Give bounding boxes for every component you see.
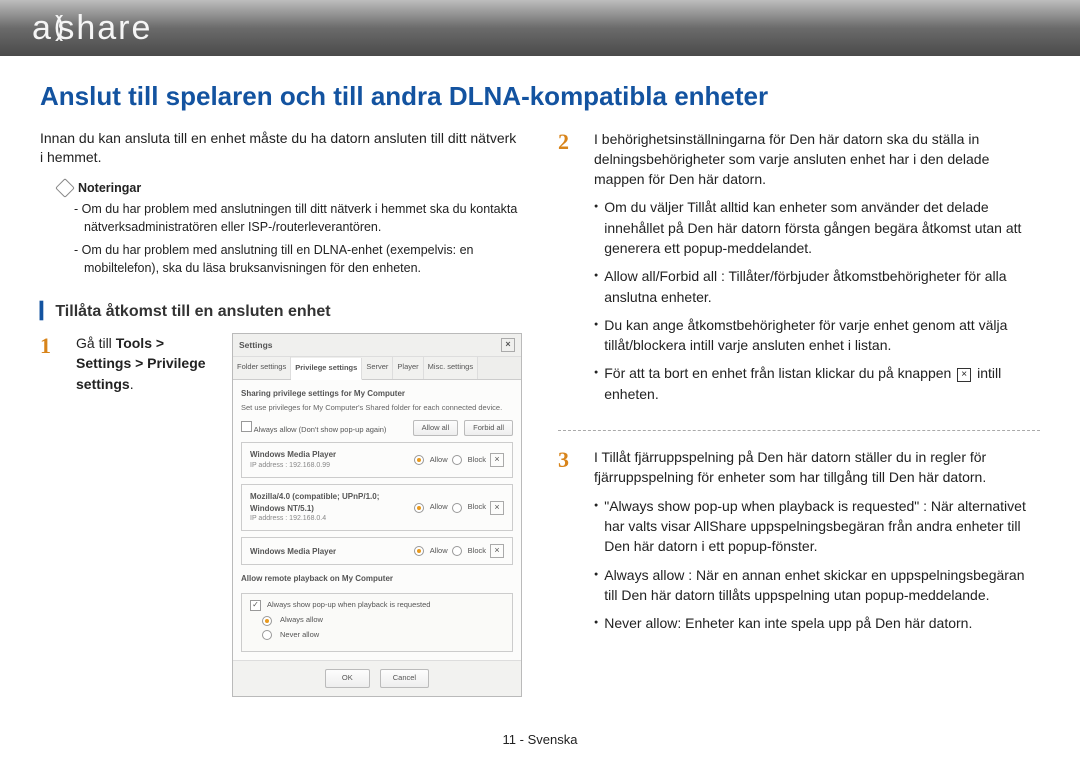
dialog-tabs: Folder settings Privilege settings Serve… [233,357,521,380]
dialog-title: Settings [239,339,273,351]
list-item: "Always show pop-up when playback is req… [604,496,1040,557]
list-item: Always allow : När en annan enhet skicka… [604,565,1040,606]
popup-checkbox[interactable]: ✓ [250,600,261,611]
logo-icon: ( ) [54,10,56,42]
divider [558,430,1040,431]
device-name: Windows Media Player [250,449,408,461]
notes-label: Noteringar [78,180,141,198]
device-row: Windows Media Player Allow Block × [241,537,513,565]
tab-folder-settings[interactable]: Folder settings [233,357,291,379]
allow-radio[interactable] [414,503,424,513]
logo-left: a [32,9,53,48]
list-item: Allow all/Forbid all : Tillåter/förbjude… [604,266,1040,307]
step-1-text: Gå till Tools > Settings > Privilege set… [76,333,216,394]
block-radio[interactable] [452,546,462,556]
block-radio[interactable] [452,455,462,465]
settings-dialog: Settings × Folder settings Privilege set… [232,333,522,697]
step-number: 3 [558,447,582,641]
list-item: Never allow: Enheter kan inte spela upp … [604,613,1040,633]
device-name: Mozilla/4.0 (compatible; UPnP/1.0; Windo… [250,491,408,514]
ok-button[interactable]: OK [325,669,370,688]
page-footer: 11 - Svenska [40,718,1040,763]
list-item: Du kan ange åtkomstbehörigheter för varj… [604,315,1040,356]
x-icon: × [957,368,971,382]
header-bar: a ( ) share [0,0,1080,56]
logo-right: share [57,9,152,48]
page-title: Anslut till spelaren och till andra DLNA… [40,80,1040,113]
remove-device-button[interactable]: × [490,544,504,558]
dialog-heading: Sharing privilege settings for My Comput… [241,388,513,400]
device-sub: IP address : 192.168.0.99 [250,461,408,471]
step-number: 1 [40,333,64,697]
forbid-all-button[interactable]: Forbid all [464,420,513,437]
step-1: 1 Gå till Tools > Settings > Privilege s… [40,333,522,697]
device-row: Mozilla/4.0 (compatible; UPnP/1.0; Windo… [241,484,513,531]
step-number: 2 [558,129,582,413]
note-item: Om du har problem med anslutning till en… [74,242,522,277]
section2-title: Allow remote playback on My Computer [241,573,513,585]
step-2-text: I behörighetsinställningarna för Den här… [594,129,1040,190]
note-item: Om du har problem med anslutningen till … [74,201,522,236]
notes-block: Noteringar Om du har problem med anslutn… [40,180,522,278]
allow-radio[interactable] [414,546,424,556]
remove-device-button[interactable]: × [490,453,504,467]
cancel-button[interactable]: Cancel [380,669,429,688]
intro-paragraph: Innan du kan ansluta till en enhet måste… [40,129,522,168]
step-3-text: I Tillåt fjärruppspelning på Den här dat… [594,447,1040,488]
step-3: 3 I Tillåt fjärruppspelning på Den här d… [558,447,1040,641]
allow-all-button[interactable]: Allow all [413,420,459,437]
list-item: För att ta bort en enhet från listan kli… [604,363,1040,404]
device-row: Windows Media Player IP address : 192.16… [241,442,513,478]
list-item: Om du väljer Tillåt alltid kan enheter s… [604,197,1040,258]
section-heading: Tillåta åtkomst till en ansluten enhet [40,301,522,321]
remove-device-button[interactable]: × [490,501,504,515]
tab-misc-settings[interactable]: Misc. settings [424,357,478,379]
never-allow-radio[interactable] [262,630,272,640]
block-radio[interactable] [452,503,462,513]
step-2: 2 I behörighetsinställningarna för Den h… [558,129,1040,413]
tab-server[interactable]: Server [362,357,393,379]
allow-radio[interactable] [414,455,424,465]
tab-privilege-settings[interactable]: Privilege settings [291,358,362,380]
device-sub: IP address : 192.168.0.4 [250,514,408,524]
right-column: 2 I behörighetsinställningarna för Den h… [558,129,1040,719]
tab-player[interactable]: Player [393,357,423,379]
always-allow-checkbox[interactable] [241,421,252,432]
always-allow-label: Always allow (Don't show pop-up again) [254,425,387,434]
device-name: Windows Media Player [250,546,408,558]
left-column: Innan du kan ansluta till en enhet måste… [40,129,522,719]
always-allow-radio[interactable] [262,616,272,626]
logo: a ( ) share [32,9,152,48]
notes-icon [55,179,75,199]
dialog-subheading: Set use privileges for My Computer's Sha… [241,403,513,414]
close-icon[interactable]: × [501,338,515,352]
